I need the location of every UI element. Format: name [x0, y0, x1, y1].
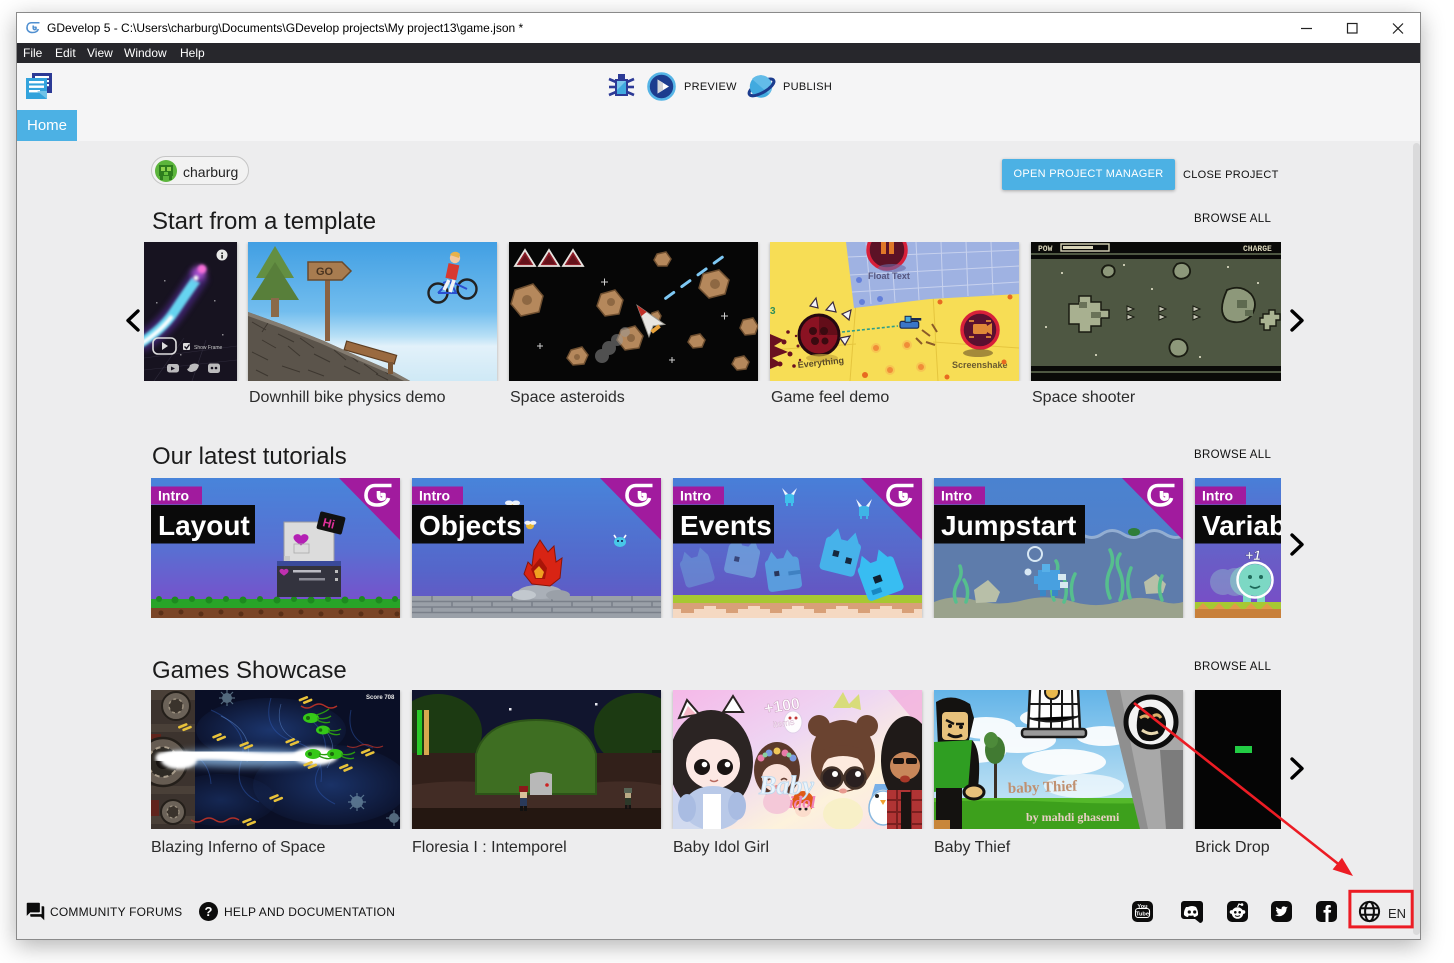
svg-text:3: 3	[770, 306, 776, 317]
svg-text:Intro: Intro	[419, 488, 450, 504]
svg-text:idol: idol	[789, 793, 816, 812]
svg-text:Variables: Variables	[1202, 510, 1281, 541]
svg-text:Intro: Intro	[158, 488, 189, 504]
svg-text:Intro: Intro	[941, 488, 972, 504]
svg-text:You: You	[1137, 904, 1148, 910]
svg-text:?: ?	[205, 904, 213, 919]
svg-text:Score 708: Score 708	[366, 695, 395, 701]
svg-text:+1: +1	[1245, 547, 1261, 563]
svg-text:Layout: Layout	[158, 510, 250, 541]
svg-text:Intro: Intro	[680, 488, 711, 504]
svg-text:Screenshake: Screenshake	[952, 360, 1008, 370]
svg-text:Jumpstart: Jumpstart	[941, 510, 1076, 541]
svg-text:CHARGE: CHARGE	[1243, 245, 1272, 254]
svg-text:by mahdi ghasemi: by mahdi ghasemi	[1026, 810, 1120, 824]
svg-text:Events: Events	[680, 510, 772, 541]
svg-text:Objects: Objects	[419, 510, 522, 541]
svg-text:Tube: Tube	[1136, 912, 1149, 918]
svg-text:baby Thief: baby Thief	[1008, 779, 1079, 797]
svg-text:Intro: Intro	[1202, 488, 1233, 504]
svg-text:GO: GO	[316, 266, 334, 278]
svg-text:POW: POW	[1038, 245, 1053, 254]
svg-text:Show Frame: Show Frame	[194, 345, 223, 351]
svg-text:Float Text: Float Text	[868, 271, 910, 281]
